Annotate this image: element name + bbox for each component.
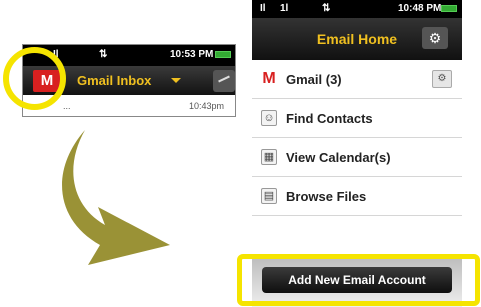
network-icon: 1l (280, 3, 289, 14)
compose-icon[interactable] (213, 70, 235, 92)
file-icon: ▤ (261, 188, 277, 204)
status-bar: Il 1l ⇅ 10:48 PM (252, 0, 462, 18)
menu-item-label: View Calendar(s) (286, 150, 391, 165)
menu-item-label: Browse Files (286, 189, 367, 204)
menu-item-label: Gmail (3) (286, 72, 342, 87)
signal-icon: Il (260, 3, 266, 14)
network-icon: ⇅ (99, 49, 108, 60)
menu-item-gmail[interactable]: M Gmail (3) ⚙ (252, 60, 462, 99)
empty-area (252, 216, 462, 256)
menu-item-label: Find Contacts (286, 111, 373, 126)
menu-item-view-calendars[interactable]: ▦ View Calendar(s) (252, 138, 462, 177)
preview-title[interactable]: Gmail Inbox (77, 73, 151, 88)
account-settings-icon[interactable]: ⚙ (432, 70, 452, 88)
contacts-icon: ☺ (261, 110, 277, 126)
battery-icon (215, 51, 231, 58)
menu-item-browse-files[interactable]: ▤ Browse Files (252, 177, 462, 216)
highlight-rectangle (237, 254, 480, 306)
chevron-down-icon[interactable] (171, 78, 181, 83)
preview-time: 10:53 PM (170, 49, 214, 60)
battery-icon (441, 5, 457, 12)
calendar-icon: ▦ (261, 149, 277, 165)
menu-item-find-contacts[interactable]: ☺ Find Contacts (252, 99, 462, 138)
email-menu: M Gmail (3) ⚙ ☺ Find Contacts ▦ View Cal… (252, 60, 462, 216)
data-icon: ⇅ (322, 3, 331, 14)
gmail-icon: M (262, 70, 276, 87)
highlight-circle (3, 47, 66, 110)
curved-arrow-icon (62, 130, 170, 265)
status-time: 10:48 PM (398, 3, 442, 14)
gear-icon[interactable]: ⚙ (422, 27, 448, 49)
preview-row-time: 10:43pm (189, 101, 225, 111)
app-header: Email Home ⚙ (252, 18, 462, 60)
preview-row-from: ... (63, 101, 71, 111)
